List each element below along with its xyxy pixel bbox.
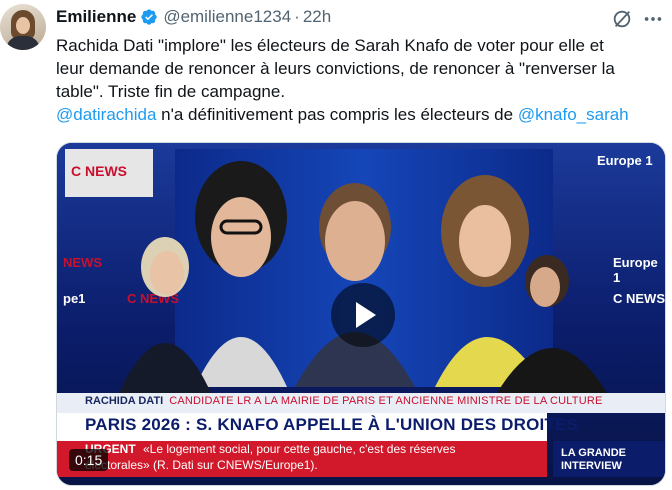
tweet-text-line: leur demande de renoncer à leurs convict… (56, 59, 615, 78)
la-grande-interview-badge: LA GRANDE INTERVIEW (553, 441, 665, 477)
badge-line: INTERVIEW (561, 460, 622, 472)
play-icon[interactable] (331, 283, 395, 347)
cnews-wall-logo: C NEWS (613, 291, 665, 306)
tweet-text: Rachida Dati "implore" les électeurs de … (56, 34, 668, 126)
video-duration: 0:15 (69, 449, 109, 471)
video-player[interactable]: C NEWS NEWS pe1 C NEWS Europe 1 Europe 1… (56, 142, 666, 486)
tweet-header: Emilienne @emilienne1234 · 22h (56, 4, 331, 30)
author-handle[interactable]: @emilienne1234 (163, 7, 291, 27)
video-headline: PARIS 2026 : S. KNAFO APPELLE À L'UNION … (85, 415, 579, 434)
mention-link[interactable]: @datirachida (56, 105, 156, 124)
lower-third-name: RACHIDA DATI (85, 395, 164, 407)
europe1-wall-logo: pe1 (63, 291, 86, 306)
badge-line: LA GRANDE (561, 447, 626, 459)
lower-third-subtitle: CANDIDATE LR A LA MAIRIE DE PARIS ET ANC… (169, 395, 603, 407)
urgent-quote-line: «Le logement social, pour cette gauche, … (143, 442, 456, 456)
mention-link[interactable]: @knafo_sarah (518, 105, 629, 124)
author-avatar[interactable] (0, 4, 46, 50)
author-name[interactable]: Emilienne (56, 7, 136, 27)
more-options-icon[interactable] (642, 8, 664, 30)
lower-third-caption: RACHIDA DATI CANDIDATE LR A LA MAIRIE DE … (85, 395, 603, 407)
tweet-text-fragment: n'a définitivement pas compris les élect… (156, 105, 518, 124)
tweet-text-line: Rachida Dati "implore" les électeurs de … (56, 36, 604, 55)
avatar-face (16, 17, 30, 34)
urgent-quote-line: électorales» (R. Dati sur CNEWS/Europe1)… (85, 458, 318, 472)
tweet-text-line: table". Triste fin de campagne. (56, 82, 286, 101)
grok-icon[interactable] (611, 8, 633, 30)
separator-dot: · (294, 7, 300, 26)
guest-left (119, 237, 211, 393)
europe1-logo: Europe 1 (597, 153, 653, 168)
cnews-logo: C NEWS (71, 163, 127, 179)
tweet-timestamp[interactable]: 22h (303, 7, 331, 27)
avatar-body (6, 36, 40, 50)
host-right (497, 255, 607, 393)
verified-badge-icon (141, 9, 157, 25)
tweet-text-line: @datirachida n'a définitivement pas comp… (56, 103, 668, 126)
europe1-wall-logo: Europe 1 (613, 255, 658, 285)
cnews-wall-logo: NEWS (63, 255, 102, 270)
